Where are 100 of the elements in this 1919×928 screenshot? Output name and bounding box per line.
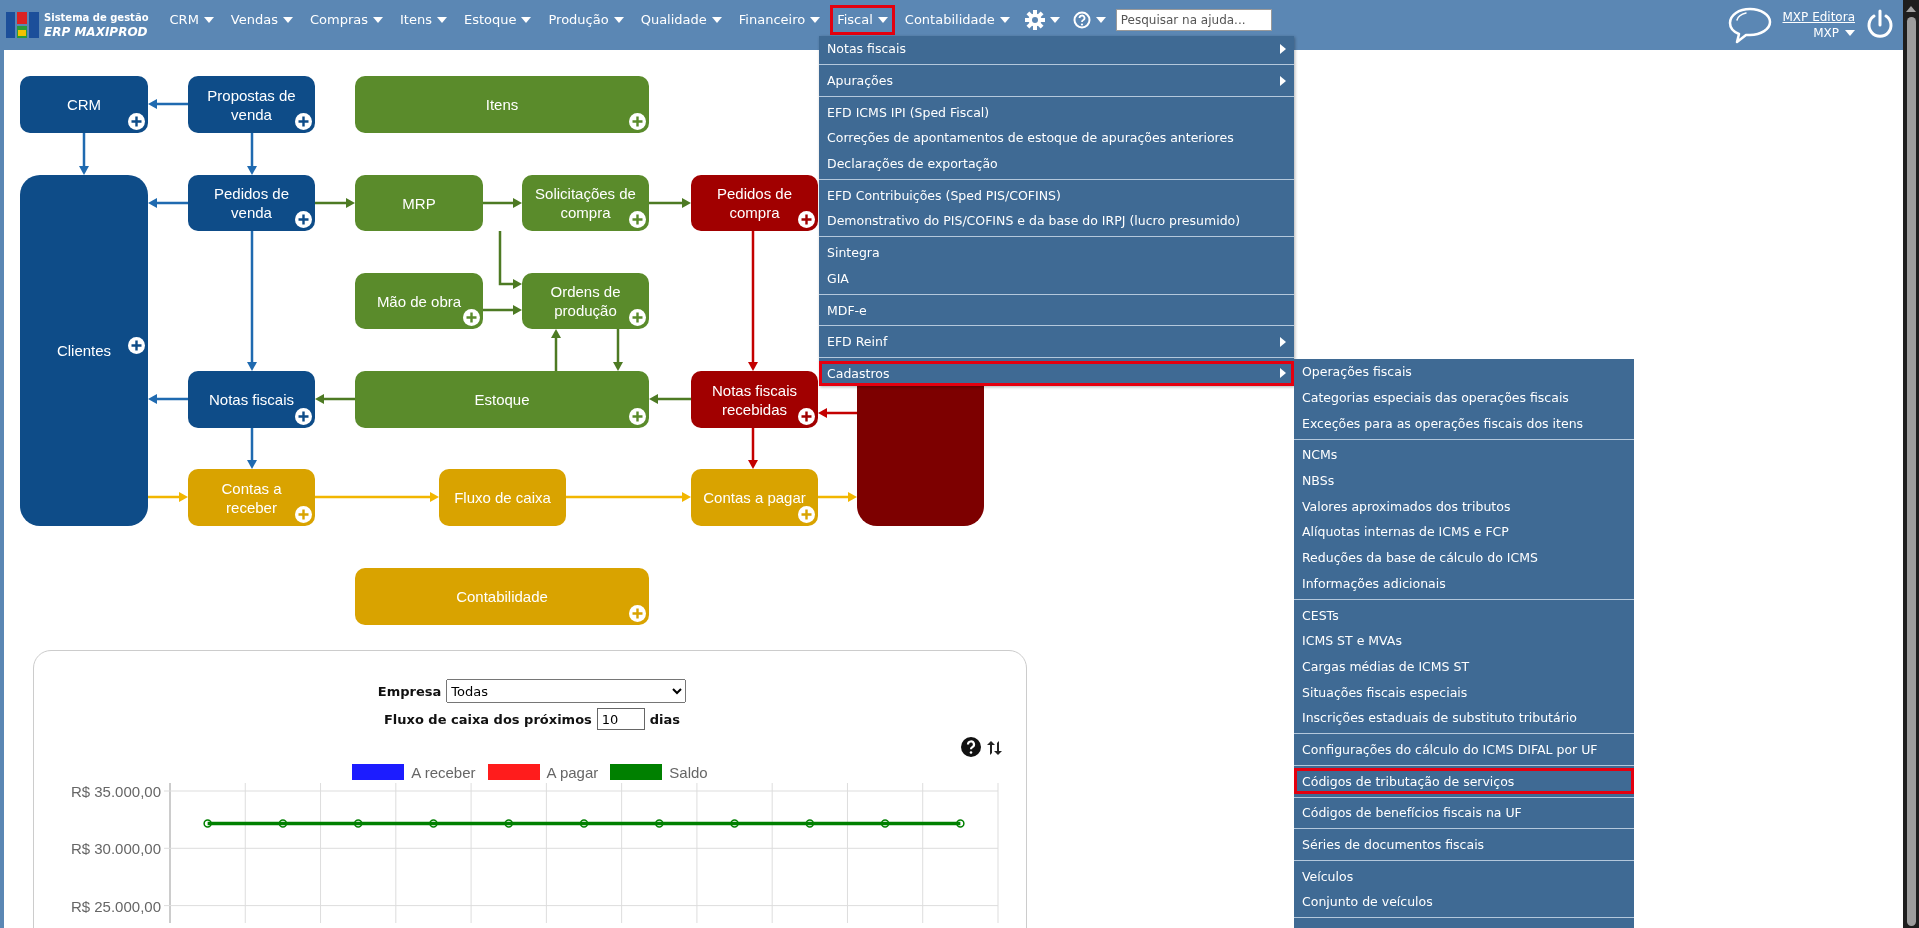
menu-tab[interactable]: Compras xyxy=(302,5,390,35)
caret-icon xyxy=(613,17,624,23)
diagram-node[interactable]: Mão de obra xyxy=(355,273,483,329)
menu-item[interactable]: Cargas médias de ICMS ST xyxy=(1294,653,1634,680)
menu-item[interactable]: Valores aproximados dos tributos xyxy=(1294,493,1634,520)
company-select[interactable]: Todas xyxy=(446,679,687,703)
caret-icon xyxy=(1095,17,1106,23)
diagram-node[interactable]: Solicitações de compra xyxy=(522,175,649,231)
diagram-node[interactable]: Estoque xyxy=(355,371,649,428)
diagram-node[interactable]: Propostas de venda xyxy=(188,76,315,133)
connector-arrow xyxy=(551,329,561,371)
diagram-node[interactable]: Notas fiscais xyxy=(188,371,315,428)
user-link[interactable]: MXP Editora xyxy=(1782,10,1855,24)
menu-item[interactable]: Categorias especiais das operações fiscais xyxy=(1294,384,1634,411)
logo-title: ERP MAXIPROD xyxy=(44,25,149,39)
caret-icon xyxy=(521,17,532,23)
days-field[interactable]: 10 xyxy=(596,708,645,730)
menu-item[interactable]: ICMS ST e MVAs xyxy=(1294,627,1634,654)
caret-icon xyxy=(711,17,722,23)
menu-item[interactable]: Inscrições estaduais de substituto tributário xyxy=(1294,704,1634,731)
menu-item[interactable]: Cadastros xyxy=(819,360,1294,387)
menu-tab[interactable]: Produção xyxy=(541,5,631,35)
menu-item[interactable]: Reduções da base de cálculo do ICMS xyxy=(1294,544,1634,571)
menu-item[interactable]: Informações adicionais xyxy=(1294,570,1634,597)
connector-arrow xyxy=(483,305,522,315)
menu-item[interactable]: Demonstrativo do PIS/COFINS e da base do IRPJ (lucro presumido) xyxy=(819,208,1294,234)
menu-item[interactable]: Apurações xyxy=(819,67,1294,94)
menu-item[interactable]: GIA xyxy=(819,265,1294,292)
connector-arrow xyxy=(148,198,188,208)
add-icon[interactable] xyxy=(128,113,145,130)
menu-tab[interactable]: Contabilidade xyxy=(897,5,1017,35)
menu-item[interactable]: NCMs xyxy=(1294,442,1634,468)
connector-arrow xyxy=(148,99,188,109)
menu-tab[interactable]: Vendas xyxy=(223,5,300,35)
menu-item[interactable]: Conjunto de veículos xyxy=(1294,889,1634,915)
menu-item[interactable]: NBSs xyxy=(1294,467,1634,494)
menu-item[interactable]: Exceções para as operações fiscais dos itens xyxy=(1294,410,1634,437)
menu-item[interactable]: Operações fiscais xyxy=(1294,359,1634,385)
menu-item[interactable]: Alíquotas internas de ICMS e FCP xyxy=(1294,519,1634,545)
menu-item[interactable]: Correções de apontamentos de estoque de apurações anteriores xyxy=(819,125,1294,151)
menu-tab[interactable]: Fiscal xyxy=(830,5,895,35)
add-icon[interactable] xyxy=(295,113,312,130)
caret-icon xyxy=(1845,30,1855,36)
add-icon[interactable] xyxy=(128,337,145,354)
menu-item[interactable]: Códigos de tributação de serviços xyxy=(1294,768,1634,794)
menu-tab[interactable]: Estoque xyxy=(456,5,539,35)
connector-arrow xyxy=(315,394,355,404)
add-icon[interactable] xyxy=(629,309,646,326)
connector-arrow xyxy=(818,492,857,502)
connector-arrow xyxy=(247,133,257,175)
node-label: Estoque xyxy=(474,390,530,409)
scrollbar[interactable] xyxy=(1903,0,1919,928)
connector-arrow xyxy=(649,198,691,208)
menu-item[interactable]: EFD Reinf xyxy=(819,328,1294,355)
menu-item[interactable]: CESTs xyxy=(1294,602,1634,628)
axis-label: R$ 35.000,00 xyxy=(70,783,161,800)
connector-arrow xyxy=(148,394,188,404)
search-field[interactable]: Pesquisar na ajuda... xyxy=(1115,9,1272,31)
diagram-node[interactable]: Clientes xyxy=(20,175,148,526)
menu-tab[interactable]: Financeiro xyxy=(731,5,828,35)
add-icon[interactable] xyxy=(629,113,646,130)
menu-item[interactable]: MDF-e xyxy=(819,297,1294,323)
menu-tab[interactable]: CRM xyxy=(162,5,221,35)
node-label: Notas fiscais xyxy=(209,390,294,409)
diagram-node[interactable]: Notas fiscais recebidas xyxy=(691,371,818,428)
diagram-node[interactable]: Ordens de produção xyxy=(522,273,649,329)
menu-item[interactable]: Sintegra xyxy=(819,239,1294,266)
add-icon[interactable] xyxy=(295,211,312,228)
diagram-node[interactable]: Itens xyxy=(355,76,649,133)
menu-tab[interactable]: Qualidade xyxy=(633,5,729,35)
help-icon[interactable] xyxy=(961,737,981,757)
add-icon[interactable] xyxy=(798,408,815,425)
diagram-node[interactable]: Pedidos de compra xyxy=(691,175,818,231)
menu-item[interactable]: Séries de documentos fiscais xyxy=(1294,831,1634,858)
diagram-node[interactable]: MRP xyxy=(355,175,483,231)
menu-item[interactable]: Notas fiscais xyxy=(819,36,1294,62)
add-icon[interactable] xyxy=(295,408,312,425)
menu-item[interactable]: Veículos xyxy=(1294,863,1634,890)
caret-icon xyxy=(373,17,383,23)
add-icon[interactable] xyxy=(629,211,646,228)
diagram-node[interactable]: Pedidos de venda xyxy=(188,175,315,231)
power-icon[interactable] xyxy=(1865,9,1895,41)
add-icon[interactable] xyxy=(798,211,815,228)
chat-icon[interactable] xyxy=(1726,6,1773,44)
menu-item[interactable]: Situações fiscais especiais xyxy=(1294,679,1634,705)
node-label: Itens xyxy=(485,95,519,114)
node-label: Clientes xyxy=(56,341,112,360)
menu-item[interactable]: EFD ICMS IPI (Sped Fiscal) xyxy=(819,99,1294,126)
menu-item[interactable]: Declarações de exportação xyxy=(819,150,1294,177)
help-icon xyxy=(1072,11,1091,29)
add-icon[interactable] xyxy=(463,309,480,326)
add-icon[interactable] xyxy=(629,408,646,425)
menu-tab[interactable]: Itens xyxy=(393,5,454,35)
menu-item[interactable]: Códigos de benefícios fiscais na UF xyxy=(1294,800,1634,826)
connector-arrow xyxy=(315,198,355,208)
menu-item[interactable]: EFD Contribuições (Sped PIS/COFINS) xyxy=(819,182,1294,209)
connector-arrow xyxy=(483,198,522,208)
company-menu[interactable]: MXP xyxy=(1813,26,1855,40)
menu-item[interactable]: Configurações do cálculo do ICMS DIFAL por UF xyxy=(1294,736,1634,763)
diagram-node[interactable]: CRM xyxy=(20,76,148,133)
